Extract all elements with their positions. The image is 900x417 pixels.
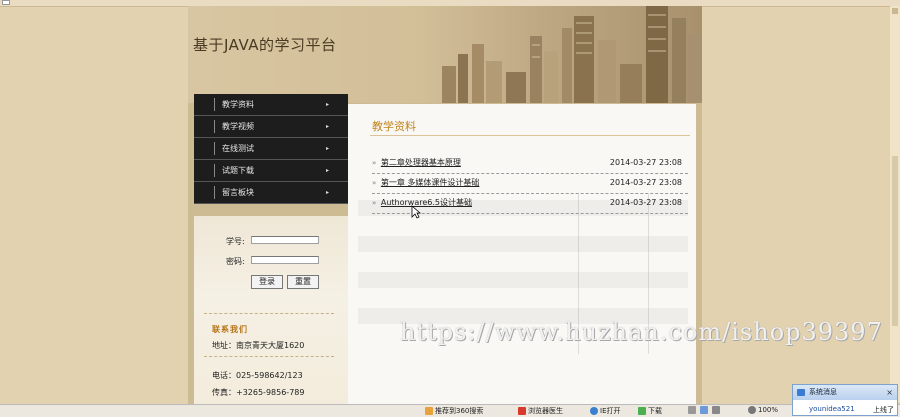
nav-item-label: 在线测试 <box>222 144 254 153</box>
student-id-label: 学号: <box>226 237 245 246</box>
360-icon <box>425 407 433 415</box>
nav-item-label: 试题下载 <box>222 166 254 175</box>
browser-doctor-button[interactable]: 浏览器医生 <box>518 406 563 416</box>
watermark-text: https://www.huzhan.com/ishop39397 <box>400 318 883 346</box>
contact-address: 地址：南京青天大厦1620 <box>212 341 305 350</box>
scrollbar[interactable] <box>890 6 900 402</box>
nav-item-message-board[interactable]: 留言板块 ▸ <box>194 182 348 204</box>
divider <box>204 313 334 314</box>
item-date: 2014-03-27 23:08 <box>609 178 682 187</box>
window-icon <box>2 0 10 5</box>
page-container: 基于JAVA的学习平台 教学资料 ▸ 教学视频 ▸ 在线测试 ▸ 试题下载 ▸ … <box>188 6 702 416</box>
nav-item-exam-download[interactable]: 试题下载 ▸ <box>194 160 348 182</box>
scrollbar-thumb[interactable] <box>892 156 898 326</box>
system-message-popup: 系统消息 × younidea521 上线了 <box>792 384 898 416</box>
close-icon[interactable]: × <box>886 385 893 400</box>
main-content: 教学资料 » 第二章处理器基本原理 2014-03-27 23:08 » 第一章… <box>348 104 696 408</box>
divider <box>204 356 334 357</box>
header-banner: 基于JAVA的学习平台 <box>188 6 702 103</box>
double-arrow-icon: » <box>372 159 377 167</box>
popup-title: 系统消息 <box>809 388 837 396</box>
student-id-input[interactable] <box>251 236 319 244</box>
nav-item-teaching-materials[interactable]: 教学资料 ▸ <box>194 94 348 116</box>
triangle-right-icon: ▸ <box>326 101 330 108</box>
triangle-right-icon: ▸ <box>326 123 330 130</box>
double-arrow-icon: » <box>372 199 377 207</box>
triangle-right-icon: ▸ <box>326 189 330 196</box>
triangle-right-icon: ▸ <box>326 167 330 174</box>
ie-open-button[interactable]: IE打开 <box>590 406 621 416</box>
list-item: » 第二章处理器基本原理 2014-03-27 23:08 <box>372 154 688 174</box>
popup-user-link[interactable]: younidea521 <box>809 405 855 413</box>
item-date: 2014-03-27 23:08 <box>609 198 682 207</box>
scroll-up-icon[interactable] <box>892 8 898 14</box>
item-date: 2014-03-27 23:08 <box>609 158 682 167</box>
section-title: 教学资料 <box>372 120 416 133</box>
item-title-link[interactable]: 第一章 多媒体课件设计基础 <box>381 178 480 187</box>
double-arrow-icon: » <box>372 179 377 187</box>
item-title-link[interactable]: Authorware6.5设计基础 <box>381 198 472 207</box>
item-title-link[interactable]: 第二章处理器基本原理 <box>381 158 461 167</box>
mouse-cursor-icon <box>411 205 421 219</box>
password-label: 密码: <box>226 257 245 266</box>
screenshot-icon[interactable] <box>688 406 696 414</box>
ie-icon <box>590 407 598 415</box>
password-input[interactable] <box>251 256 319 264</box>
city-skyline-image <box>442 6 702 103</box>
title-divider <box>370 135 690 136</box>
contact-fax: 传真：+3265-9856-789 <box>212 388 305 397</box>
download-button[interactable]: 下载 <box>638 406 662 416</box>
tool-icons[interactable] <box>688 406 722 414</box>
reset-button[interactable]: 重置 <box>287 275 319 289</box>
main-nav-menu: 教学资料 ▸ 教学视频 ▸ 在线测试 ▸ 试题下载 ▸ 留言板块 ▸ <box>194 94 348 204</box>
list-item: » 第一章 多媒体课件设计基础 2014-03-27 23:08 <box>372 174 688 194</box>
browser-status-bar: 推荐到360搜索 浏览器医生 IE打开 下载 100% <box>0 404 900 417</box>
triangle-right-icon: ▸ <box>326 145 330 152</box>
nav-item-online-test[interactable]: 在线测试 ▸ <box>194 138 348 160</box>
sound-icon[interactable] <box>712 406 721 414</box>
search-360-button[interactable]: 推荐到360搜索 <box>425 406 483 416</box>
download-icon <box>638 407 646 415</box>
translate-icon[interactable] <box>700 406 709 414</box>
login-button[interactable]: 登录 <box>251 275 283 289</box>
nav-item-label: 教学视频 <box>222 122 254 131</box>
zoom-control[interactable]: 100% <box>748 406 778 414</box>
contact-title: 联系我们 <box>212 325 248 334</box>
nav-item-label: 教学资料 <box>222 100 254 109</box>
message-icon <box>797 389 805 396</box>
doctor-icon <box>518 407 526 415</box>
contact-phone: 电话：025-598642/123 <box>212 371 303 380</box>
site-title: 基于JAVA的学习平台 <box>193 36 337 54</box>
popup-status-text: 上线了 <box>873 406 894 414</box>
sidebar-panel: 学号: 密码: 登录 重置 联系我们 地址：南京青天大厦1620 电话：025-… <box>194 216 348 416</box>
nav-item-teaching-videos[interactable]: 教学视频 ▸ <box>194 116 348 138</box>
popup-header: 系统消息 × <box>793 385 897 400</box>
nav-item-label: 留言板块 <box>222 188 254 197</box>
zoom-icon <box>748 406 756 414</box>
